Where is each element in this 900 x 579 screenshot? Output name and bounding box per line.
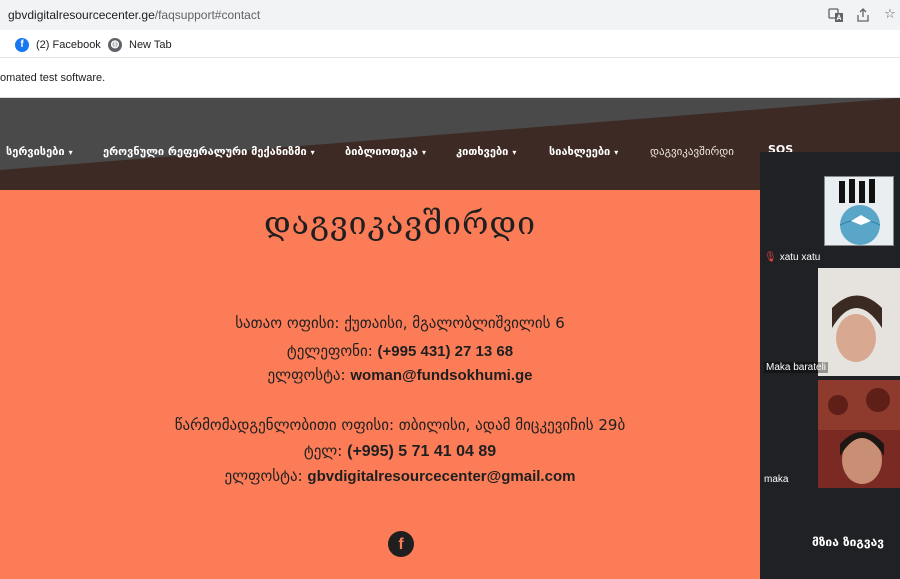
avatar bbox=[824, 176, 894, 246]
globe-icon: ◍ bbox=[108, 38, 122, 52]
nav-item-library[interactable]: ბიბლიოთეკა ▾ bbox=[345, 145, 426, 158]
head-office-address: სათაო ოფისი: ქუთაისი, მგალობლიშვილის 6 bbox=[235, 314, 565, 332]
participant-tile[interactable]: 🎙 xatu xatu bbox=[760, 152, 900, 264]
head-office-email: ელფოსტა: woman@fundsokhumi.ge bbox=[267, 366, 533, 384]
participant-name: Maka barateli bbox=[764, 362, 829, 373]
address-bar[interactable]: gbvdigitalresourcecenter.ge/faqsupport#c… bbox=[0, 0, 900, 30]
participant-tile[interactable]: maka bbox=[760, 380, 900, 488]
url-host: gbvdigitalresourcecenter.ge bbox=[8, 8, 155, 22]
bookmark-new-tab[interactable]: ◍ New Tab bbox=[108, 37, 172, 53]
bookmark-star-icon[interactable]: ☆ bbox=[882, 7, 898, 23]
infobar-text: omated test software. bbox=[0, 72, 106, 84]
participant-video bbox=[818, 268, 900, 376]
nav-item-news[interactable]: სიახლეები ▾ bbox=[549, 145, 618, 158]
bookmark-label: (2) Facebook bbox=[36, 39, 101, 51]
facebook-icon: f bbox=[15, 38, 29, 52]
chevron-down-icon: ▾ bbox=[310, 148, 315, 157]
participant-tile[interactable]: Maka barateli bbox=[760, 268, 900, 376]
participant-name: maka bbox=[764, 474, 789, 485]
bookmark-facebook[interactable]: f (2) Facebook bbox=[15, 37, 101, 53]
page-title: დაგვიკავშირდი bbox=[264, 204, 536, 242]
facebook-icon[interactable]: f bbox=[388, 531, 414, 557]
nav-item-questions[interactable]: კითხვები ▾ bbox=[456, 145, 516, 158]
mic-off-icon: 🎙 bbox=[764, 252, 777, 263]
chevron-down-icon: ▾ bbox=[614, 148, 619, 157]
chevron-down-icon: ▾ bbox=[68, 148, 73, 157]
rep-office-address: წარმომადგენლობითი ოფისი: თბილისი, ადამ მ… bbox=[174, 416, 626, 434]
chevron-down-icon: ▾ bbox=[421, 148, 426, 157]
contact-section: დაგვიკავშირდი სათაო ოფისი: ქუთაისი, მგალ… bbox=[0, 190, 760, 579]
url-path: /faqsupport#contact bbox=[154, 8, 261, 22]
nav-item-referral[interactable]: ეროვნული რეფერალური მექანიზმი ▾ bbox=[103, 145, 315, 158]
translate-icon[interactable] bbox=[828, 7, 844, 23]
nav-item-contact[interactable]: დაგვიკავშირდი bbox=[650, 145, 734, 158]
self-name: მზია ზიგვავ bbox=[812, 535, 885, 549]
rep-office-phone: ტელ: (+995) 5 71 41 04 89 bbox=[303, 442, 497, 460]
email-link[interactable]: gbvdigitalresourcecenter@gmail.com bbox=[307, 468, 575, 485]
participant-video bbox=[818, 380, 900, 488]
share-icon[interactable] bbox=[855, 7, 871, 23]
head-office-phone: ტელეფონი: (+995 431) 27 13 68 bbox=[286, 342, 514, 360]
automation-infobar: omated test software. bbox=[0, 59, 900, 98]
bookmarks-bar: f (2) Facebook ◍ New Tab bbox=[0, 30, 900, 58]
meeting-panel: 🎙 xatu xatu Maka barateli maka მზია ზიგვა… bbox=[760, 152, 900, 579]
rep-office-email: ელფოსტა: gbvdigitalresourcecenter@gmail.… bbox=[224, 467, 576, 485]
bookmark-label: New Tab bbox=[129, 39, 172, 51]
nav-item-services[interactable]: სერვისები ▾ bbox=[6, 145, 73, 158]
chevron-down-icon: ▾ bbox=[512, 148, 517, 157]
participant-name: 🎙 xatu xatu bbox=[764, 252, 821, 263]
email-link[interactable]: woman@fundsokhumi.ge bbox=[350, 367, 532, 384]
url-text[interactable]: gbvdigitalresourcecenter.ge/faqsupport#c… bbox=[8, 8, 260, 22]
